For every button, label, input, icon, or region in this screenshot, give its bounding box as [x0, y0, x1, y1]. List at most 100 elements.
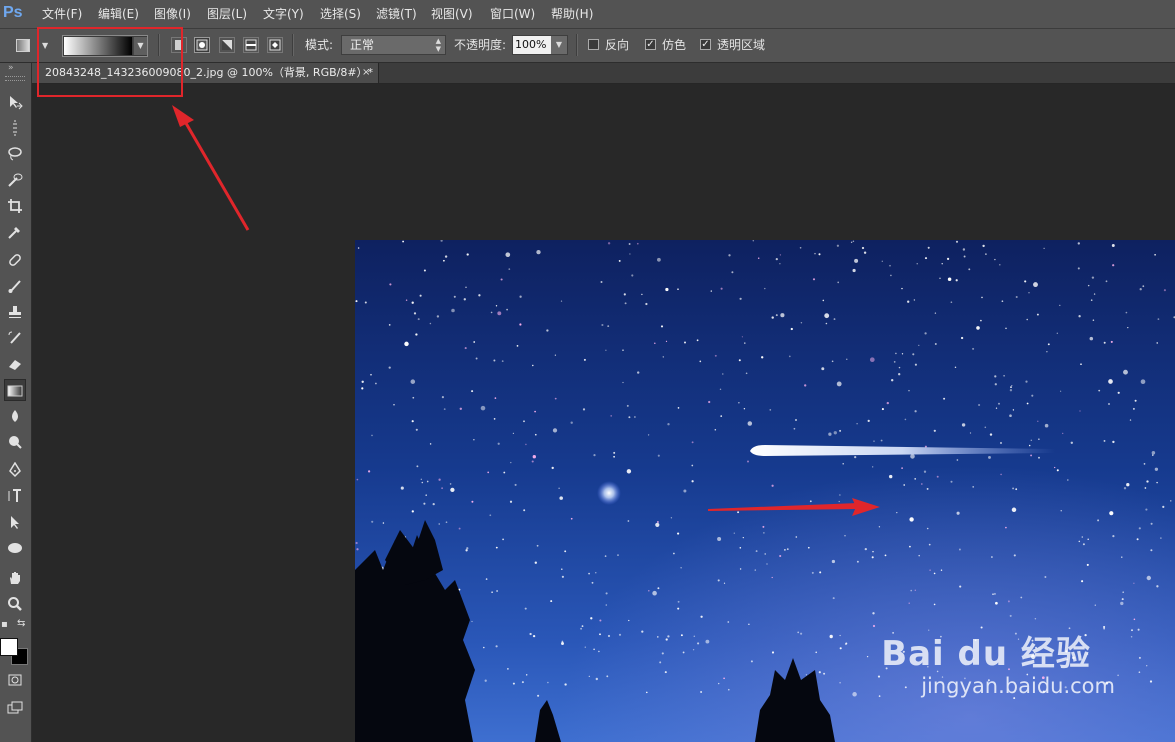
reflected-gradient-button[interactable] — [243, 37, 259, 53]
tool-preset-picker[interactable] — [14, 37, 32, 53]
pen-tool[interactable] — [4, 459, 26, 481]
dodge-tool[interactable] — [4, 431, 26, 453]
marquee-tool[interactable] — [4, 117, 26, 139]
star — [531, 460, 534, 463]
brush-tool[interactable] — [4, 275, 26, 297]
star — [466, 547, 469, 550]
lasso-tool[interactable] — [4, 143, 26, 165]
menu-edit[interactable]: 编辑(E) — [98, 0, 139, 28]
blur-tool[interactable] — [4, 405, 26, 427]
zoom-tool[interactable] — [4, 593, 26, 615]
star — [502, 538, 505, 541]
star — [918, 344, 920, 347]
history-brush-tool[interactable] — [4, 327, 26, 349]
crop-icon — [8, 199, 22, 213]
swap-colors-icon[interactable]: ⇆ — [17, 618, 25, 629]
star — [634, 416, 636, 418]
star — [356, 478, 359, 481]
star — [561, 568, 563, 570]
path-selection-tool[interactable] — [4, 511, 26, 533]
default-colors-icon[interactable]: ▪ — [1, 619, 8, 630]
menu-image[interactable]: 图像(I) — [154, 0, 191, 28]
star — [647, 434, 650, 436]
foreground-color-swatch[interactable] — [0, 638, 18, 656]
panel-grip[interactable] — [5, 76, 25, 81]
star — [697, 642, 700, 645]
star — [691, 480, 694, 483]
quick-mask-button[interactable] — [4, 669, 26, 691]
star — [1120, 601, 1124, 606]
ellipse-tool[interactable] — [4, 537, 26, 559]
star — [968, 268, 971, 271]
star — [909, 545, 911, 548]
hand-tool[interactable] — [4, 567, 26, 589]
star — [356, 548, 359, 551]
star — [1108, 379, 1113, 384]
mode-select[interactable]: 正常 ▲ ▼ — [341, 35, 446, 55]
menu-type[interactable]: 文字(Y) — [263, 0, 304, 28]
star — [629, 253, 631, 255]
star — [1103, 439, 1106, 442]
star — [560, 300, 563, 302]
star — [867, 419, 870, 423]
bright-star — [597, 481, 621, 505]
menu-file[interactable]: 文件(F) — [42, 0, 82, 28]
healing-brush-tool[interactable] — [4, 249, 26, 271]
menu-help[interactable]: 帮助(H) — [551, 0, 593, 28]
star — [581, 625, 584, 627]
star — [980, 319, 982, 322]
move-tool[interactable] — [4, 91, 26, 113]
menu-view[interactable]: 视图(V) — [431, 0, 473, 28]
star — [1098, 389, 1101, 392]
star — [814, 252, 816, 255]
menu-window[interactable]: 窗口(W) — [490, 0, 535, 28]
star — [743, 408, 746, 410]
opacity-input[interactable]: 100% ▼ — [512, 35, 568, 55]
collapse-icon[interactable]: » — [8, 63, 14, 73]
eraser-icon — [9, 360, 21, 370]
eraser-tool[interactable] — [4, 353, 26, 375]
eyedropper-tool[interactable] — [4, 221, 26, 243]
star — [1152, 454, 1154, 456]
type-tool[interactable] — [4, 485, 26, 507]
star — [779, 263, 781, 265]
star — [818, 253, 821, 256]
clone-stamp-tool[interactable] — [4, 301, 26, 323]
blur-icon — [12, 410, 18, 422]
star — [800, 632, 803, 635]
star — [700, 691, 703, 693]
diamond-gradient-button[interactable] — [267, 37, 283, 53]
dither-label: 仿色 — [662, 38, 687, 52]
transparency-checkbox[interactable]: ✓ — [700, 39, 711, 50]
star — [677, 600, 680, 603]
menu-layer[interactable]: 图层(L) — [207, 0, 247, 28]
radial-gradient-button[interactable] — [194, 37, 210, 53]
star — [1078, 315, 1081, 318]
menu-select[interactable]: 选择(S) — [320, 0, 361, 28]
star — [795, 419, 797, 421]
crop-tool[interactable] — [4, 195, 26, 217]
menu-filter[interactable]: 滤镜(T) — [376, 0, 417, 28]
star — [994, 383, 997, 386]
star — [441, 487, 444, 490]
star — [420, 478, 422, 480]
star — [1111, 244, 1115, 247]
star — [1092, 319, 1095, 321]
star — [1015, 488, 1018, 491]
quick-selection-tool[interactable] — [4, 169, 26, 191]
angle-gradient-button[interactable] — [219, 37, 235, 53]
star — [500, 278, 503, 281]
star — [490, 311, 493, 314]
star — [450, 487, 455, 493]
gradient-tool[interactable] — [4, 379, 26, 401]
star — [1121, 556, 1123, 558]
star — [839, 429, 842, 432]
dither-checkbox[interactable]: ✓ — [645, 39, 656, 50]
star — [799, 246, 802, 249]
reverse-checkbox[interactable] — [588, 39, 599, 50]
screen-mode-button[interactable] — [4, 697, 26, 719]
star — [889, 264, 891, 267]
close-icon[interactable]: × — [362, 63, 370, 83]
star — [683, 489, 687, 493]
chevron-down-icon[interactable]: ▼ — [551, 36, 567, 54]
